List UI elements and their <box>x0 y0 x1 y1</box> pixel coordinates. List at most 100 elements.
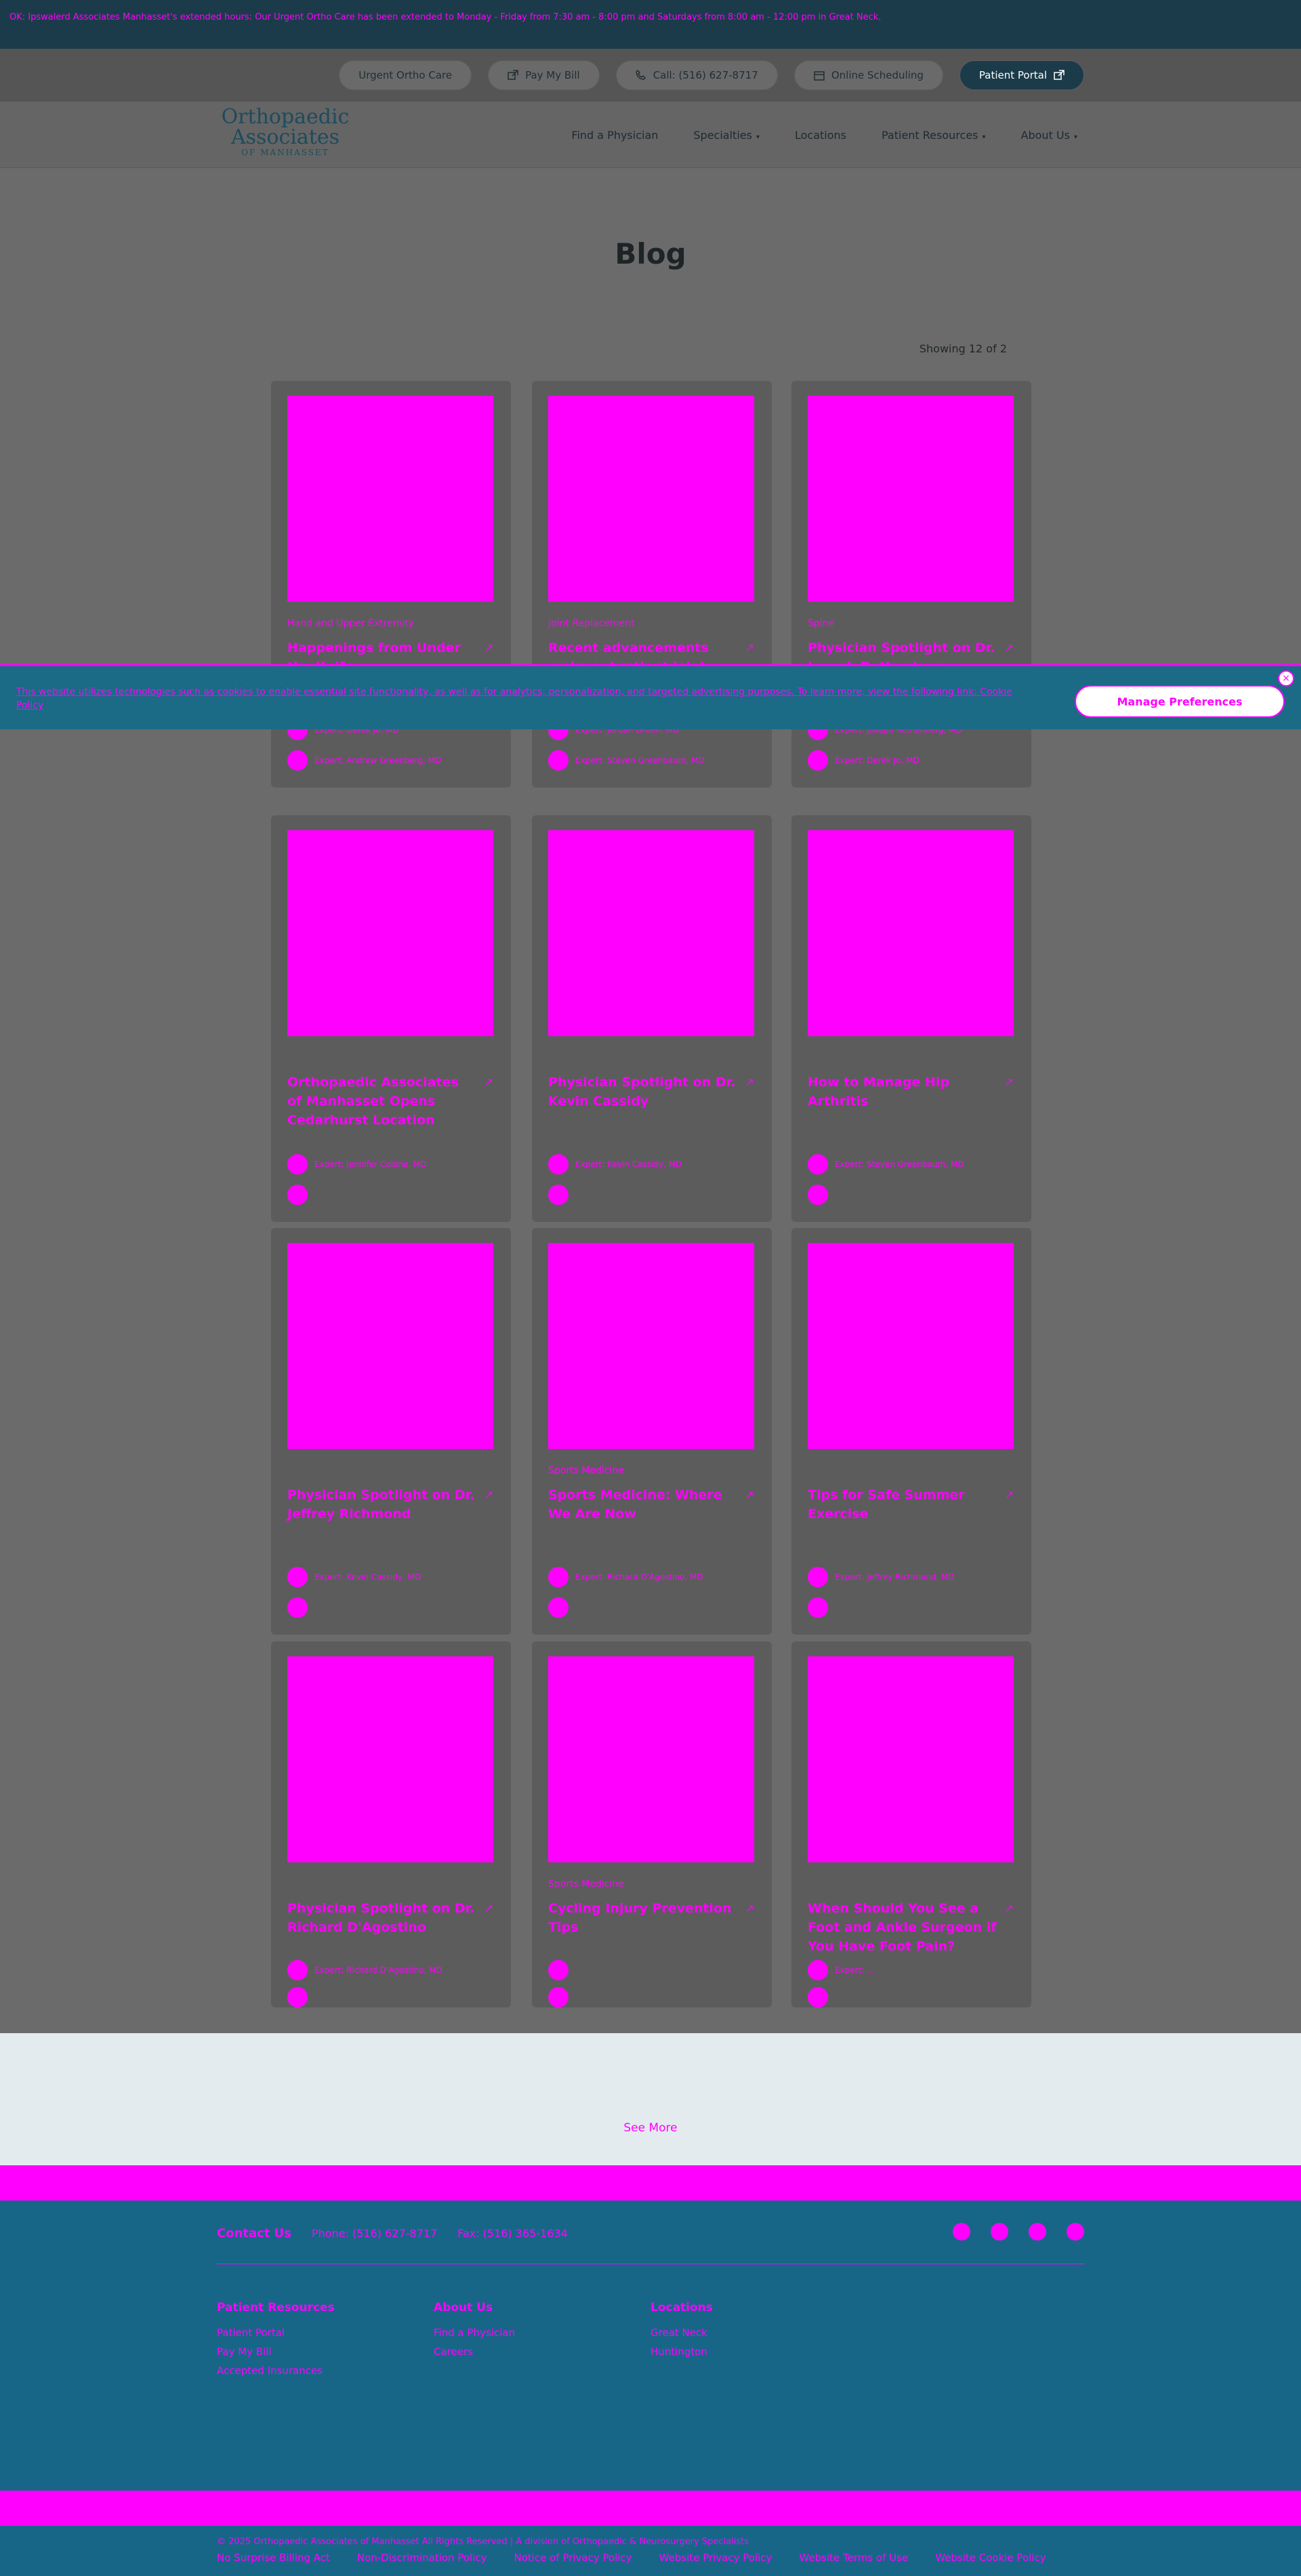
nav-item-label: About Us <box>1020 128 1070 142</box>
blog-card[interactable]: Sports Medicine Sports Medicine: Where We… <box>532 1228 772 1635</box>
avatar <box>287 1597 308 1618</box>
blog-card-title[interactable]: Sports Medicine: Where We Are Now <box>548 1486 738 1524</box>
footer-link[interactable]: Patient Portal <box>217 2327 335 2339</box>
blog-card-title[interactable]: Physician Spotlight on Dr. Kevin Cassidy <box>548 1073 738 1111</box>
avatar <box>287 1154 308 1174</box>
nav-item-specialties[interactable]: Specialties ▾ <box>693 129 760 142</box>
legal-link[interactable]: No Surprise Billing Act <box>217 2552 330 2564</box>
online-scheduling-button[interactable]: Online Scheduling <box>793 60 943 90</box>
avatar <box>808 1960 828 1980</box>
avatar <box>808 750 828 771</box>
patient-portal-button[interactable]: Patient Portal <box>959 60 1084 90</box>
blog-card[interactable]: Tips for Safe Summer Exercise ↗ Expert: Je… <box>791 1228 1031 1635</box>
cookie-text[interactable]: This website utilizes technologies such … <box>16 685 1033 712</box>
linkedin-icon[interactable] <box>1029 2223 1046 2241</box>
footer-link[interactable]: Pay My Bill <box>217 2346 335 2358</box>
legal-link[interactable]: Website Cookie Policy <box>935 2552 1046 2564</box>
blog-card-image[interactable] <box>287 1243 493 1449</box>
expert-name: Expert: Kevin Cassidy, MD <box>575 1159 682 1169</box>
main-nav: Orthopaedic Associates OF MANHASSET Find… <box>0 102 1301 168</box>
blog-card-title[interactable]: Physician Spotlight on Dr. Richard D'Ago… <box>287 1899 477 1937</box>
blog-card-image[interactable] <box>808 1243 1014 1449</box>
blog-card-image[interactable] <box>287 1656 493 1862</box>
blog-card-title[interactable]: How to Manage Hip Arthritis <box>808 1073 997 1111</box>
footer-link[interactable]: Huntington <box>650 2346 713 2358</box>
external-link-icon <box>1054 70 1065 80</box>
legal-link[interactable]: Website Terms of Use <box>799 2552 908 2564</box>
footer-bottom: © 2025 Orthopaedic Associates of Manhass… <box>0 2526 1301 2576</box>
arrow-up-right-icon[interactable]: ↗ <box>745 1076 754 1088</box>
footer-link[interactable]: Find a Physician <box>434 2327 515 2339</box>
footer-fax: Fax: (516) 365-1634 <box>457 2227 568 2240</box>
legal-link[interactable]: Notice of Privacy Policy <box>514 2552 632 2564</box>
chevron-down-icon: ▾ <box>756 133 760 141</box>
arrow-up-right-icon[interactable]: ↗ <box>1005 641 1014 654</box>
blog-card-expert <box>548 1185 575 1205</box>
arrow-up-right-icon[interactable]: ↗ <box>745 1488 754 1501</box>
copyright: © 2025 Orthopaedic Associates of Manhass… <box>217 2537 749 2547</box>
instagram-icon[interactable] <box>991 2223 1008 2241</box>
blog-card[interactable]: Sports Medicine Cycling Injury Prevention… <box>532 1641 772 2007</box>
arrow-up-right-icon[interactable]: ↗ <box>484 1076 493 1088</box>
blog-card[interactable]: Physician Spotlight on Dr. Richard D'Ago… <box>271 1641 511 2007</box>
facebook-icon[interactable] <box>953 2223 970 2241</box>
arrow-up-right-icon[interactable]: ↗ <box>1005 1488 1014 1501</box>
blog-card-image[interactable] <box>808 830 1014 1036</box>
nav-item-find-physician[interactable]: Find a Physician <box>571 129 658 142</box>
blog-card[interactable]: Physician Spotlight on Dr. Kevin Cassidy… <box>532 815 772 1222</box>
nav-item-patient-resources[interactable]: Patient Resources ▾ <box>882 129 986 142</box>
avatar <box>287 1567 308 1587</box>
blog-card-title[interactable]: Physician Spotlight on Dr. Jeffrey Richm… <box>287 1486 477 1524</box>
blog-card-title[interactable]: When Should You See a Foot and Ankle Sur… <box>808 1899 997 1956</box>
urgent-ortho-care-button[interactable]: Urgent Ortho Care <box>339 60 472 90</box>
close-icon[interactable]: × <box>1278 670 1294 687</box>
blog-card-image[interactable] <box>548 1243 754 1449</box>
blog-card[interactable]: How to Manage Hip Arthritis ↗ Expert: Stev… <box>791 815 1031 1222</box>
blog-card-image[interactable] <box>287 830 493 1036</box>
blog-card-title[interactable]: Cycling Injury Prevention Tips <box>548 1899 738 1937</box>
footer-phone[interactable]: Phone: (516) 627-8717 <box>312 2227 437 2240</box>
pay-bill-button[interactable]: Pay My Bill <box>488 60 600 90</box>
arrow-up-right-icon[interactable]: ↗ <box>484 1902 493 1915</box>
blog-card-title[interactable]: Orthopaedic Associates of Manhasset Open… <box>287 1073 477 1130</box>
legal-link[interactable]: Non-Discrimination Policy <box>357 2552 487 2564</box>
logo-line-2: Associates <box>230 125 339 149</box>
blog-card[interactable]: When Should You See a Foot and Ankle Sur… <box>791 1641 1031 2007</box>
manage-preferences-button[interactable]: Manage Preferences <box>1075 685 1285 718</box>
arrow-up-right-icon[interactable]: ↗ <box>1005 1076 1014 1088</box>
footer-link[interactable]: Great Neck <box>650 2327 713 2339</box>
arrow-up-right-icon[interactable]: ↗ <box>1005 1902 1014 1915</box>
utility-bar: Urgent Ortho Care Pay My Bill Call: (516… <box>0 49 1301 102</box>
avatar <box>548 1597 569 1618</box>
blog-card[interactable]: Physician Spotlight on Dr. Jeffrey Richm… <box>271 1228 511 1635</box>
blog-card-expert: Expert: Jennifer Colone, MD <box>287 1154 427 1174</box>
nav-item-about-us[interactable]: About Us ▾ <box>1021 129 1077 142</box>
legal-links: No Surprise Billing Act Non-Discriminati… <box>217 2552 1046 2564</box>
x-twitter-icon[interactable] <box>1067 2223 1084 2241</box>
footer-link[interactable]: Accepted Insurances <box>217 2365 335 2377</box>
legal-link[interactable]: Website Privacy Policy <box>659 2552 772 2564</box>
external-link-icon <box>508 70 518 80</box>
blog-card-title[interactable]: Tips for Safe Summer Exercise <box>808 1486 997 1524</box>
blog-card-image[interactable] <box>287 396 493 602</box>
blog-card-expert <box>287 1597 314 1618</box>
blog-card[interactable]: Orthopaedic Associates of Manhasset Open… <box>271 815 511 1222</box>
arrow-up-right-icon[interactable]: ↗ <box>484 1488 493 1501</box>
site-logo[interactable]: Orthopaedic Associates OF MANHASSET <box>221 107 350 163</box>
blog-card-image[interactable] <box>808 396 1014 602</box>
call-button[interactable]: Call: (516) 627-8717 <box>615 60 778 90</box>
arrow-up-right-icon[interactable]: ↗ <box>484 641 493 654</box>
nav-item-locations[interactable]: Locations <box>795 129 846 142</box>
expert-name: Expert: ... <box>835 1965 875 1975</box>
blog-card-image[interactable] <box>808 1656 1014 1862</box>
arrow-up-right-icon[interactable]: ↗ <box>745 641 754 654</box>
avatar <box>548 1987 569 2007</box>
see-more-button[interactable]: See More <box>0 2121 1301 2135</box>
cookie-banner: This website utilizes technologies such … <box>0 664 1301 729</box>
footer-col-title: About Us <box>434 2301 493 2314</box>
arrow-up-right-icon[interactable]: ↗ <box>745 1902 754 1915</box>
blog-card-image[interactable] <box>548 396 754 602</box>
footer-link[interactable]: Careers <box>434 2346 515 2358</box>
blog-card-image[interactable] <box>548 1656 754 1862</box>
blog-card-image[interactable] <box>548 830 754 1036</box>
